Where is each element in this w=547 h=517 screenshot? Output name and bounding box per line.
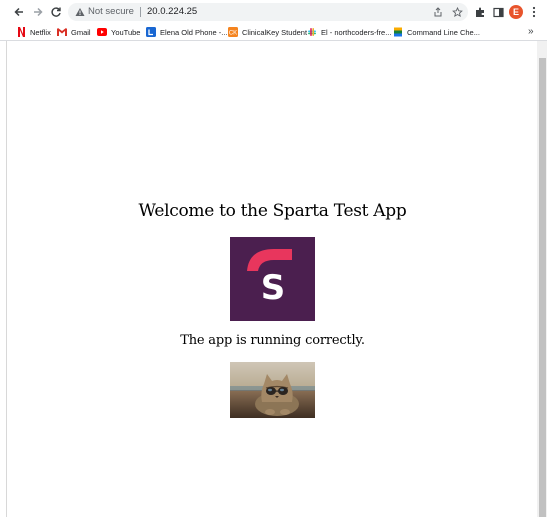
clinicalkey-icon: CK <box>228 27 238 37</box>
share-icon[interactable] <box>431 5 445 19</box>
bookmark-label: El - northcoders-fre... <box>321 27 392 37</box>
netflix-icon <box>16 27 26 37</box>
bookmark-gmail[interactable]: Gmail <box>57 25 91 39</box>
menu-icon[interactable] <box>526 4 542 20</box>
omnibox-divider <box>140 7 141 17</box>
bookmark-label: Elena Old Phone -... <box>160 27 228 37</box>
bookmark-label: Netflix <box>30 27 51 37</box>
profile-avatar[interactable]: E <box>509 5 523 19</box>
youtube-icon <box>97 27 107 37</box>
bookmark-northcoders[interactable]: El - northcoders-fre... <box>307 25 391 39</box>
reload-icon <box>51 7 61 17</box>
gmail-icon <box>57 27 67 37</box>
command-line-icon <box>393 27 403 37</box>
back-arrow-icon <box>14 7 23 17</box>
bookmarks-overflow-button[interactable]: » <box>528 25 534 39</box>
sparta-logo: S <box>230 237 315 321</box>
extensions-icon[interactable] <box>472 4 488 20</box>
warning-icon[interactable] <box>74 5 86 19</box>
back-button[interactable] <box>11 4 27 20</box>
browser-toolbar: Not secure 20.0.224.25 E <box>0 0 547 25</box>
address-bar[interactable]: Not secure 20.0.224.25 <box>68 3 468 21</box>
svg-text:CK: CK <box>229 31 237 37</box>
bookmark-clinicalkey[interactable]: CK ClinicalKey Student <box>228 25 307 39</box>
slack-icon <box>307 27 317 37</box>
bookmark-netflix[interactable]: Netflix <box>16 25 51 39</box>
bookmark-command-line[interactable]: Command Line Che... <box>393 25 480 39</box>
status-message: The app is running correctly. <box>180 333 365 348</box>
side-panel-icon[interactable] <box>490 4 506 20</box>
logo-letter: S <box>261 268 286 308</box>
bookmarks-bar: Netflix Gmail YouTube Elena Old Phone -.… <box>0 24 547 41</box>
reload-button[interactable] <box>48 4 64 20</box>
cat-with-sunglasses-image <box>230 362 315 418</box>
forward-button[interactable] <box>30 4 46 20</box>
scrollbar-thumb[interactable] <box>539 58 546 517</box>
security-label[interactable]: Not secure <box>88 6 134 18</box>
bookmark-elena-old-phone[interactable]: Elena Old Phone -... <box>146 25 228 39</box>
bookmark-label: Command Line Che... <box>407 27 480 37</box>
bookmark-label: Gmail <box>71 27 91 37</box>
viewport-border <box>6 41 7 517</box>
bookmark-star-icon[interactable] <box>450 5 464 19</box>
bookmark-label: YouTube <box>111 27 141 37</box>
page-title: Welcome to the Sparta Test App <box>138 201 407 221</box>
phone-icon <box>146 27 156 37</box>
bookmark-youtube[interactable]: YouTube <box>97 25 140 39</box>
forward-arrow-icon <box>34 7 43 17</box>
url-text[interactable]: 20.0.224.25 <box>147 6 197 18</box>
bookmark-label: ClinicalKey Student <box>242 27 308 37</box>
